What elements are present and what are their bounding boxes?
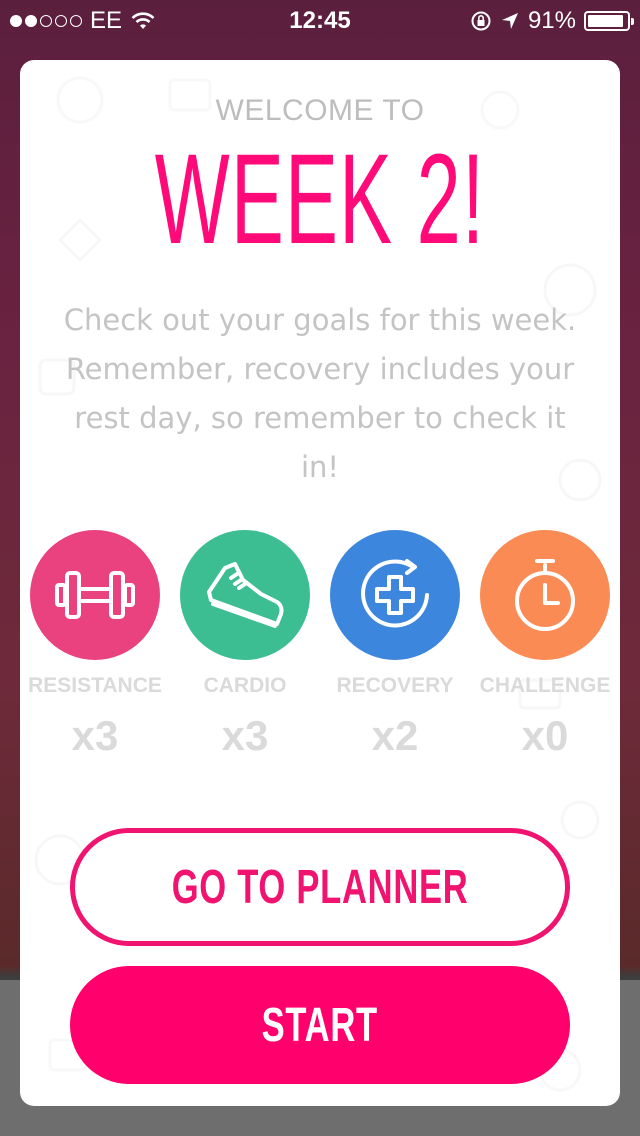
goal-cardio-count: x3 — [221, 712, 269, 759]
goal-recovery-circle — [330, 530, 460, 660]
sneaker-icon — [207, 562, 284, 628]
goals-description: Check out your goals for this week. Reme… — [63, 303, 577, 484]
week-headline: WEEK 2! — [154, 128, 486, 271]
go-to-planner-button[interactable]: GO TO PLANNER — [70, 828, 570, 946]
goal-resistance-label: RESISTANCE — [28, 674, 162, 697]
battery-icon — [584, 11, 634, 31]
status-bar: EE 12:45 91% — [0, 0, 640, 40]
goal-cardio-circle — [180, 530, 310, 660]
start-button[interactable]: START — [70, 966, 570, 1084]
goal-resistance: RESISTANCE x3 — [20, 530, 170, 760]
welcome-eyebrow: WELCOME TO — [215, 94, 425, 127]
goal-resistance-count: x3 — [71, 712, 119, 759]
goal-recovery: RECOVERY x2 — [320, 530, 470, 760]
rotation-lock-icon — [471, 11, 491, 31]
go-to-planner-label: GO TO PLANNER — [171, 860, 469, 914]
start-label: START — [261, 998, 379, 1052]
goal-cardio-label: CARDIO — [203, 674, 287, 697]
goal-challenge-label: CHALLENGE — [479, 674, 611, 697]
goal-challenge-count: x0 — [521, 712, 569, 759]
status-right: 91% — [470, 7, 634, 35]
goal-recovery-count: x2 — [371, 712, 419, 759]
goal-challenge-circle — [480, 530, 610, 660]
weekly-goals: RESISTANCE x3 CARDIO x3 RECOVERY x2 CHAL… — [20, 530, 620, 770]
goal-recovery-label: RECOVERY — [336, 674, 454, 697]
dumbbell-icon — [55, 571, 135, 619]
goal-challenge: CHALLENGE x0 — [470, 530, 620, 760]
recovery-cross-icon — [361, 559, 429, 628]
battery-percent: 91% — [527, 7, 576, 34]
week-welcome-modal: WELCOME TO WEEK 2! Check out your goals … — [20, 60, 620, 1106]
goal-cardio: CARDIO x3 — [170, 530, 320, 760]
location-arrow-icon — [501, 13, 518, 29]
app-screen: EE 12:45 91% WELCOME TO WEEK 2! Check ou… — [0, 0, 640, 1136]
stopwatch-icon — [515, 559, 575, 631]
goal-resistance-circle — [30, 530, 160, 660]
